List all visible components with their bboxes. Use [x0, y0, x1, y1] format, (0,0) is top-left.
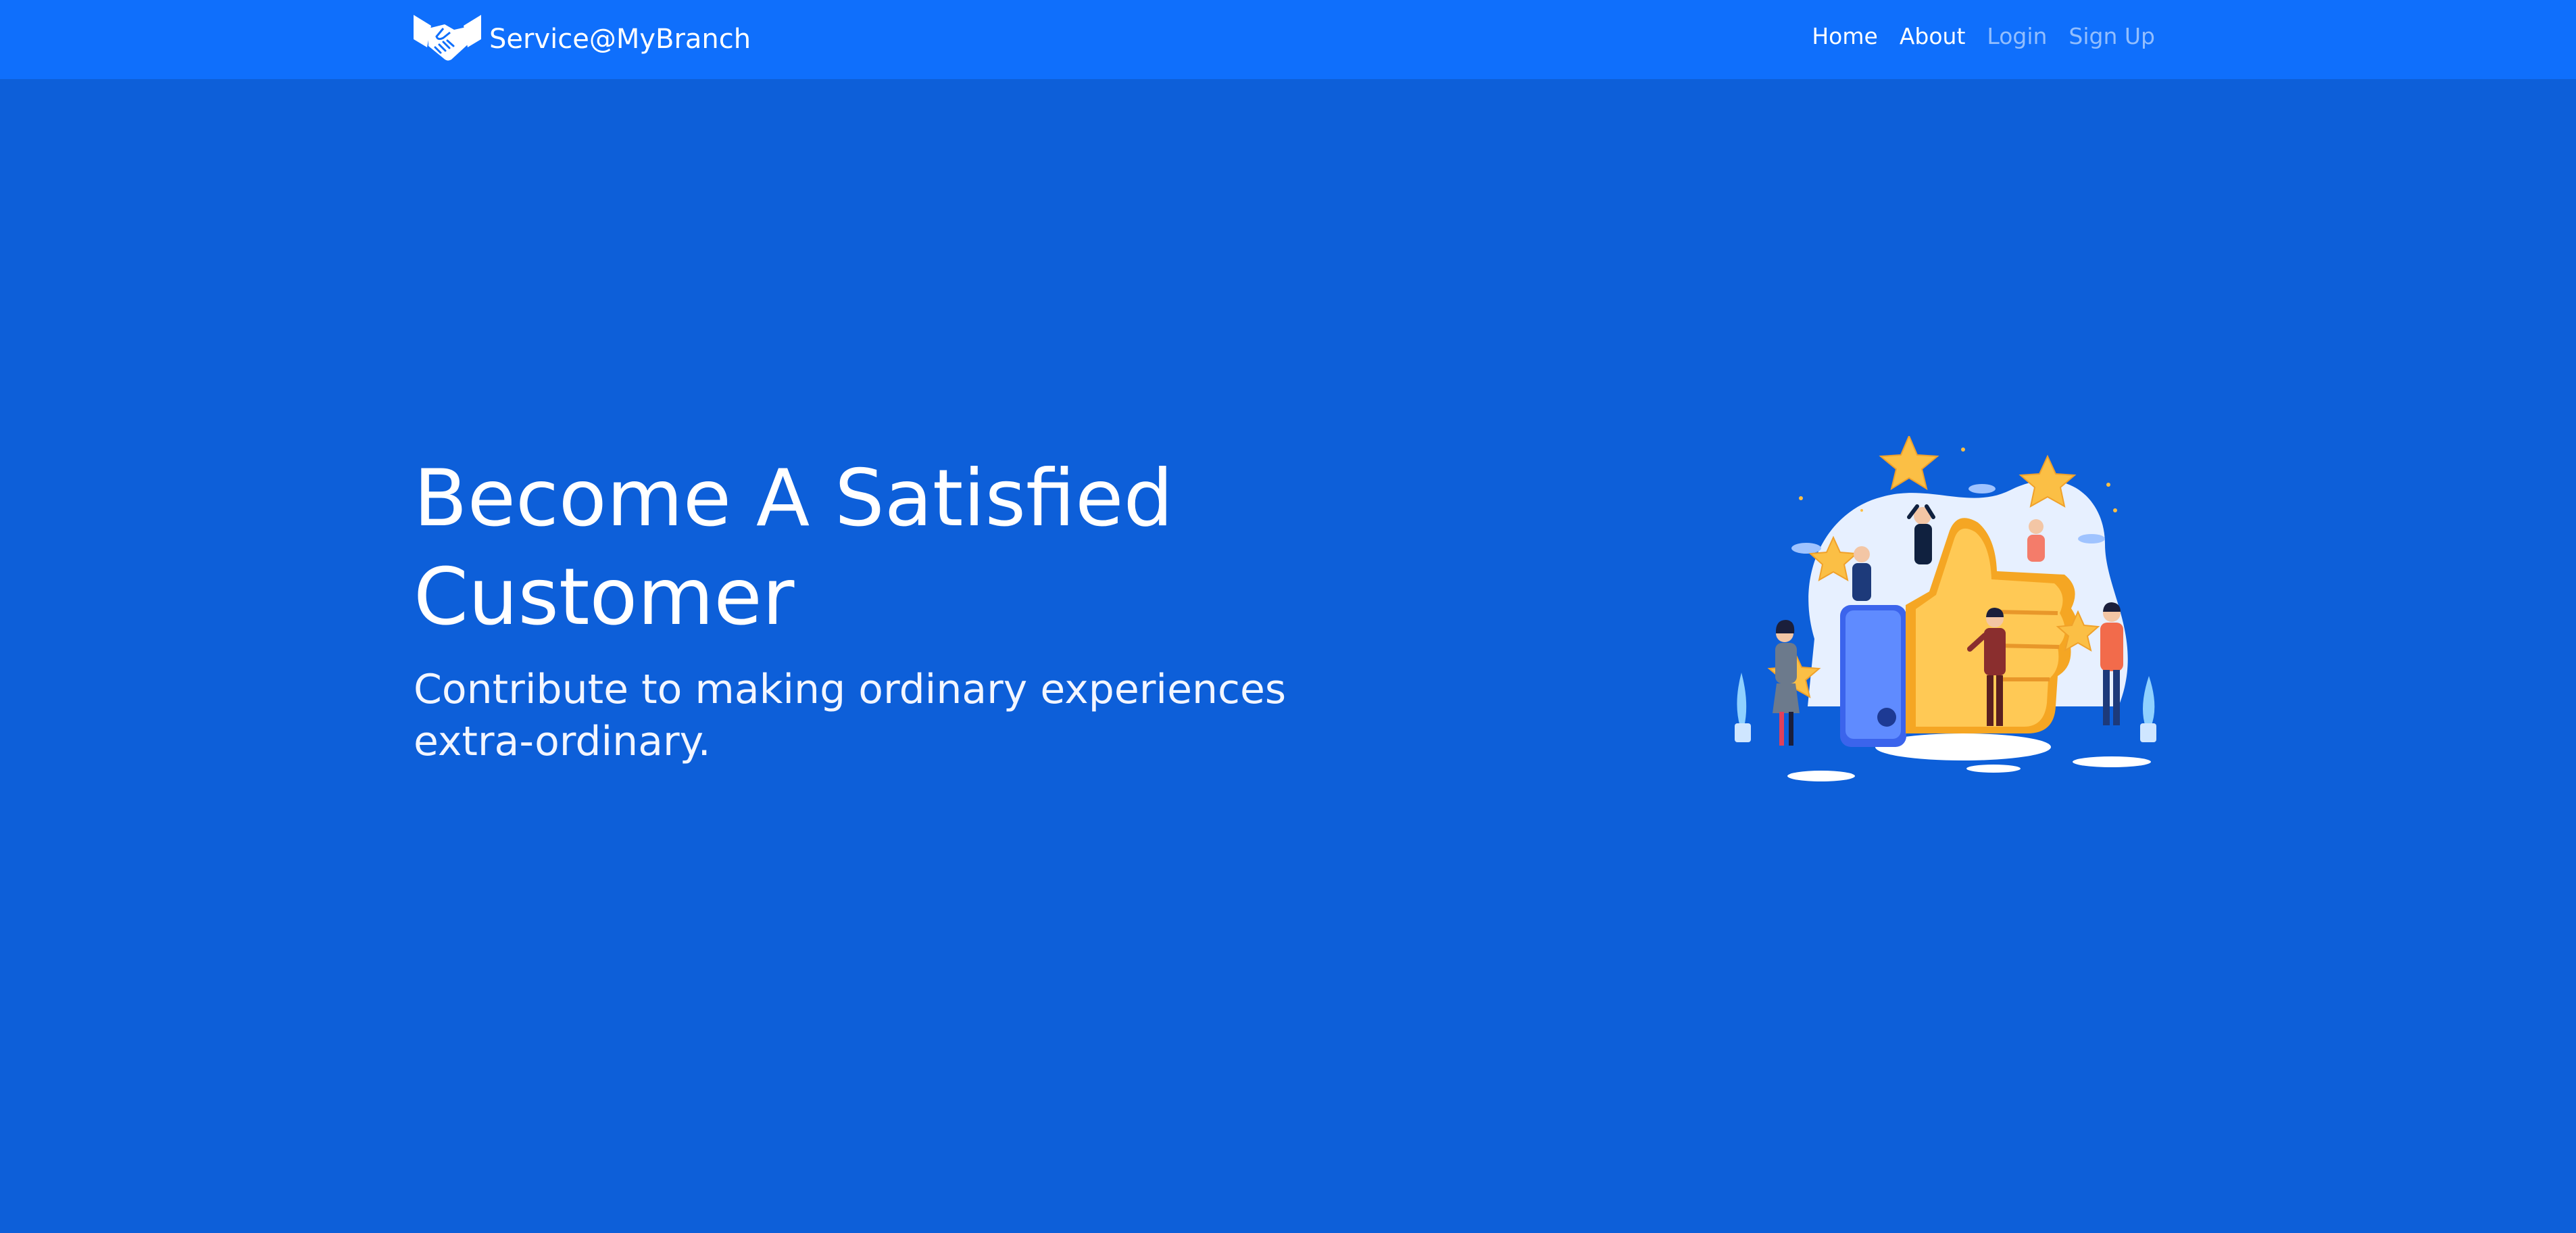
top-navbar: Service@MyBranch Home About Login Sign U… — [0, 0, 2576, 79]
nav-signup-link[interactable]: Sign Up — [2069, 23, 2155, 49]
brand-name: Service@MyBranch — [489, 24, 751, 55]
hero-subtitle: Contribute to making ordinary experience… — [414, 666, 1287, 765]
nav-login-link[interactable]: Login — [1987, 23, 2047, 49]
nav-home-link[interactable]: Home — [1812, 23, 1877, 49]
brand-link[interactable]: Service@MyBranch — [414, 15, 751, 64]
main-nav: Home About Login Sign Up — [1812, 23, 2155, 49]
handshake-icon — [414, 15, 481, 61]
thumbs-up-illustration — [1735, 436, 2156, 781]
nav-about-link[interactable]: About — [1900, 23, 1966, 49]
hero-title: Become A Satisfied Customer — [414, 453, 1174, 643]
